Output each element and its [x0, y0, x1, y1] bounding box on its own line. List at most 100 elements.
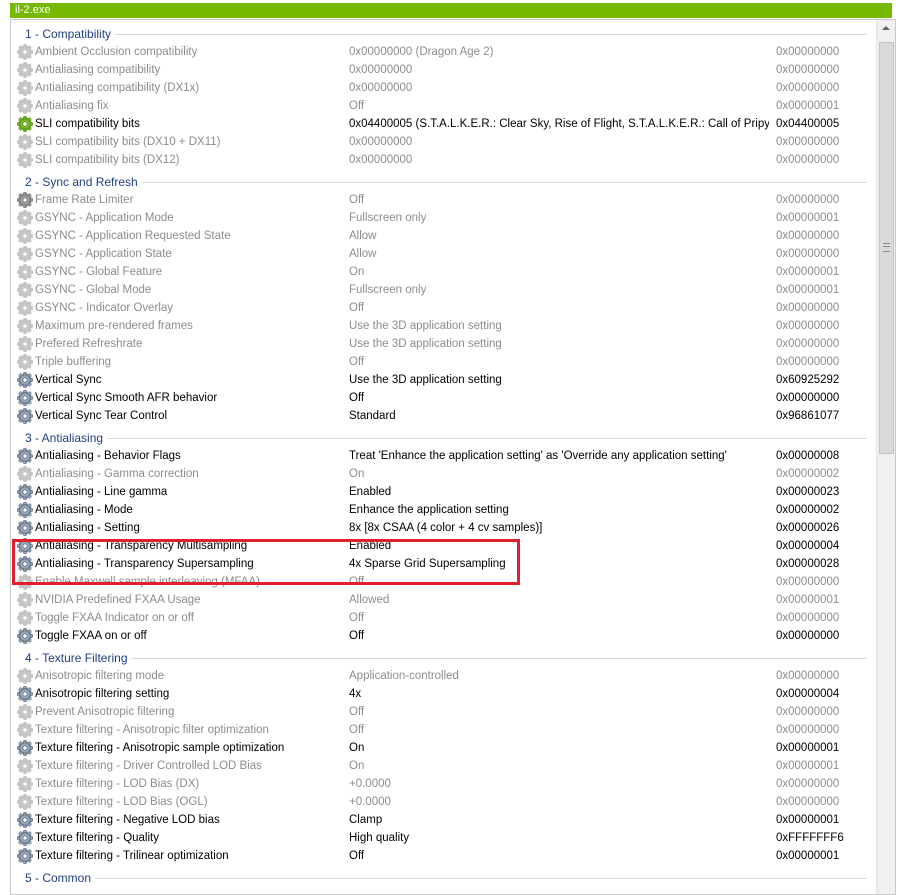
setting-row[interactable]: Antialiasing fix Off 0x00000001 — [11, 97, 875, 115]
setting-value[interactable]: Clamp — [349, 813, 769, 827]
setting-row[interactable]: Prefered Refreshrate Use the 3D applicati… — [11, 335, 875, 353]
setting-value[interactable]: Standard — [349, 409, 769, 423]
setting-row[interactable]: Toggle FXAA Indicator on or off Off 0x0000… — [11, 609, 875, 627]
setting-value[interactable]: Allow — [349, 229, 769, 243]
setting-row[interactable]: Antialiasing - Gamma correction On 0x00000… — [11, 465, 875, 483]
setting-row[interactable]: GSYNC - Global Mode Fullscreen only 0x0000… — [11, 281, 875, 299]
setting-row[interactable]: Texture filtering - Negative LOD bias Cla… — [11, 811, 875, 829]
setting-hex-value: 0x00000000 — [776, 302, 840, 314]
setting-row[interactable]: Antialiasing - Mode Enhance the applicati… — [11, 501, 875, 519]
gear-icon-blue — [17, 628, 33, 644]
setting-value[interactable]: 0x04400005 (S.T.A.L.K.E.R.: Clear Sky, R… — [349, 117, 769, 131]
setting-hex-value: 0x00000000 — [776, 392, 840, 404]
setting-row[interactable]: GSYNC - Indicator Overlay Off 0x00000000 — [11, 299, 875, 317]
scrollbar-thumb[interactable] — [879, 42, 894, 454]
setting-value[interactable]: 8x [8x CSAA (4 color + 4 cv samples)] — [349, 521, 769, 535]
setting-row[interactable]: Texture filtering - Trilinear optimizati… — [11, 847, 875, 865]
gear-icon-dim — [17, 152, 33, 168]
setting-hex-value: 0x00000002 — [776, 504, 840, 516]
gear-icon-blue — [17, 848, 33, 864]
setting-value[interactable]: On — [349, 265, 769, 279]
setting-row[interactable]: GSYNC - Global Feature On 0x00000001 — [11, 263, 875, 281]
setting-row[interactable]: Antialiasing - Setting 8x [8x CSAA (4 col… — [11, 519, 875, 537]
setting-value[interactable]: Fullscreen only — [349, 211, 769, 225]
setting-value[interactable]: Enabled — [349, 485, 769, 499]
setting-row[interactable]: Vertical Sync Smooth AFR behavior Off 0x00… — [11, 389, 875, 407]
setting-value[interactable]: Application-controlled — [349, 669, 769, 683]
setting-value[interactable]: Off — [349, 99, 769, 113]
setting-row[interactable]: Texture filtering - Driver Controlled LO… — [11, 757, 875, 775]
scroll-up-arrow-icon[interactable] — [877, 20, 895, 36]
setting-hex-value: 0x00000023 — [776, 486, 840, 498]
setting-row[interactable]: Texture filtering - LOD Bias (DX) +0.0000… — [11, 775, 875, 793]
vertical-scrollbar[interactable] — [876, 20, 895, 894]
setting-value[interactable]: Off — [349, 705, 769, 719]
setting-value[interactable]: 0x00000000 — [349, 153, 769, 167]
setting-value[interactable]: Use the 3D application setting — [349, 337, 769, 351]
setting-value[interactable]: Off — [349, 391, 769, 405]
setting-row[interactable]: Vertical Sync Use the 3D application sett… — [11, 371, 875, 389]
setting-value[interactable]: 0x00000000 — [349, 81, 769, 95]
setting-value[interactable]: +0.0000 — [349, 795, 769, 809]
setting-value[interactable]: On — [349, 467, 769, 481]
setting-row[interactable]: Texture filtering - Quality High quality 0… — [11, 829, 875, 847]
setting-row[interactable]: Antialiasing - Behavior Flags Treat 'Enha… — [11, 447, 875, 465]
setting-row[interactable]: Antialiasing compatibility 0x00000000 0x00… — [11, 61, 875, 79]
gear-icon-dim — [17, 98, 33, 114]
setting-row[interactable]: Frame Rate Limiter Off 0x00000000 — [11, 191, 875, 209]
setting-row[interactable]: Antialiasing compatibility (DX1x) 0x00000… — [11, 79, 875, 97]
gear-icon-gray — [17, 192, 33, 208]
setting-row[interactable]: Toggle FXAA on or off Off 0x00000000 — [11, 627, 875, 645]
setting-value[interactable]: 0x00000000 — [349, 63, 769, 77]
setting-value[interactable]: Off — [349, 611, 769, 625]
setting-value[interactable]: Off — [349, 629, 769, 643]
gear-icon-dim — [17, 722, 33, 738]
setting-row[interactable]: Triple buffering Off 0x00000000 — [11, 353, 875, 371]
setting-value[interactable]: Use the 3D application setting — [349, 319, 769, 333]
setting-row[interactable]: NVIDIA Predefined FXAA Usage Allowed 0x000… — [11, 591, 875, 609]
gear-icon-dim — [17, 776, 33, 792]
section-header[interactable]: 4 - Texture Filtering — [11, 649, 875, 667]
gear-icon-dim — [17, 134, 33, 150]
setting-value[interactable]: On — [349, 759, 769, 773]
setting-row[interactable]: Texture filtering - LOD Bias (OGL) +0.000… — [11, 793, 875, 811]
setting-value[interactable]: 0x00000000 — [349, 135, 769, 149]
section-header[interactable]: 2 - Sync and Refresh — [11, 173, 875, 191]
setting-row[interactable]: GSYNC - Application Mode Fullscreen only 0… — [11, 209, 875, 227]
setting-value[interactable]: High quality — [349, 831, 769, 845]
gear-icon-blue — [17, 740, 33, 756]
setting-value[interactable]: Fullscreen only — [349, 283, 769, 297]
setting-row[interactable]: Ambient Occlusion compatibility 0x0000000… — [11, 43, 875, 61]
setting-row[interactable]: Texture filtering - Anisotropic sample o… — [11, 739, 875, 757]
section-header[interactable]: 3 - Antialiasing — [11, 429, 875, 447]
setting-value[interactable]: Off — [349, 355, 769, 369]
setting-value[interactable]: Treat 'Enhance the application setting' … — [349, 449, 769, 463]
setting-value[interactable]: Off — [349, 301, 769, 315]
setting-value[interactable]: Allowed — [349, 593, 769, 607]
section-header[interactable]: 5 - Common — [11, 869, 875, 887]
setting-row[interactable]: Vertical Sync Tear Control Standard 0x9686… — [11, 407, 875, 425]
setting-value[interactable]: Off — [349, 723, 769, 737]
setting-value[interactable]: 0x00000000 (Dragon Age 2) — [349, 45, 769, 59]
setting-row[interactable]: Maximum pre-rendered frames Use the 3D ap… — [11, 317, 875, 335]
setting-row[interactable]: Anisotropic filtering mode Application-co… — [11, 667, 875, 685]
setting-row[interactable]: Antialiasing - Line gamma Enabled 0x000000… — [11, 483, 875, 501]
setting-row[interactable]: GSYNC - Application State Allow 0x00000000 — [11, 245, 875, 263]
section-header[interactable]: 1 - Compatibility — [11, 25, 875, 43]
setting-value[interactable]: Enhance the application setting — [349, 503, 769, 517]
setting-value[interactable]: 4x — [349, 687, 769, 701]
setting-value[interactable]: +0.0000 — [349, 777, 769, 791]
setting-row[interactable]: Anisotropic filtering setting 4x 0x0000000… — [11, 685, 875, 703]
setting-row[interactable]: Prevent Anisotropic filtering Off 0x000000… — [11, 703, 875, 721]
setting-value[interactable]: Off — [349, 849, 769, 863]
setting-row[interactable]: SLI compatibility bits (DX10 + DX11) 0x00… — [11, 133, 875, 151]
setting-value[interactable]: On — [349, 741, 769, 755]
setting-row[interactable]: SLI compatibility bits (DX12) 0x00000000 0… — [11, 151, 875, 169]
setting-row[interactable]: GSYNC - Application Requested State Allow… — [11, 227, 875, 245]
setting-value[interactable]: Allow — [349, 247, 769, 261]
gear-icon-dim — [17, 282, 33, 298]
setting-value[interactable]: Use the 3D application setting — [349, 373, 769, 387]
setting-row[interactable]: Texture filtering - Anisotropic filter o… — [11, 721, 875, 739]
setting-value[interactable]: Off — [349, 193, 769, 207]
setting-row[interactable]: SLI compatibility bits 0x04400005 (S.T.A.… — [11, 115, 875, 133]
